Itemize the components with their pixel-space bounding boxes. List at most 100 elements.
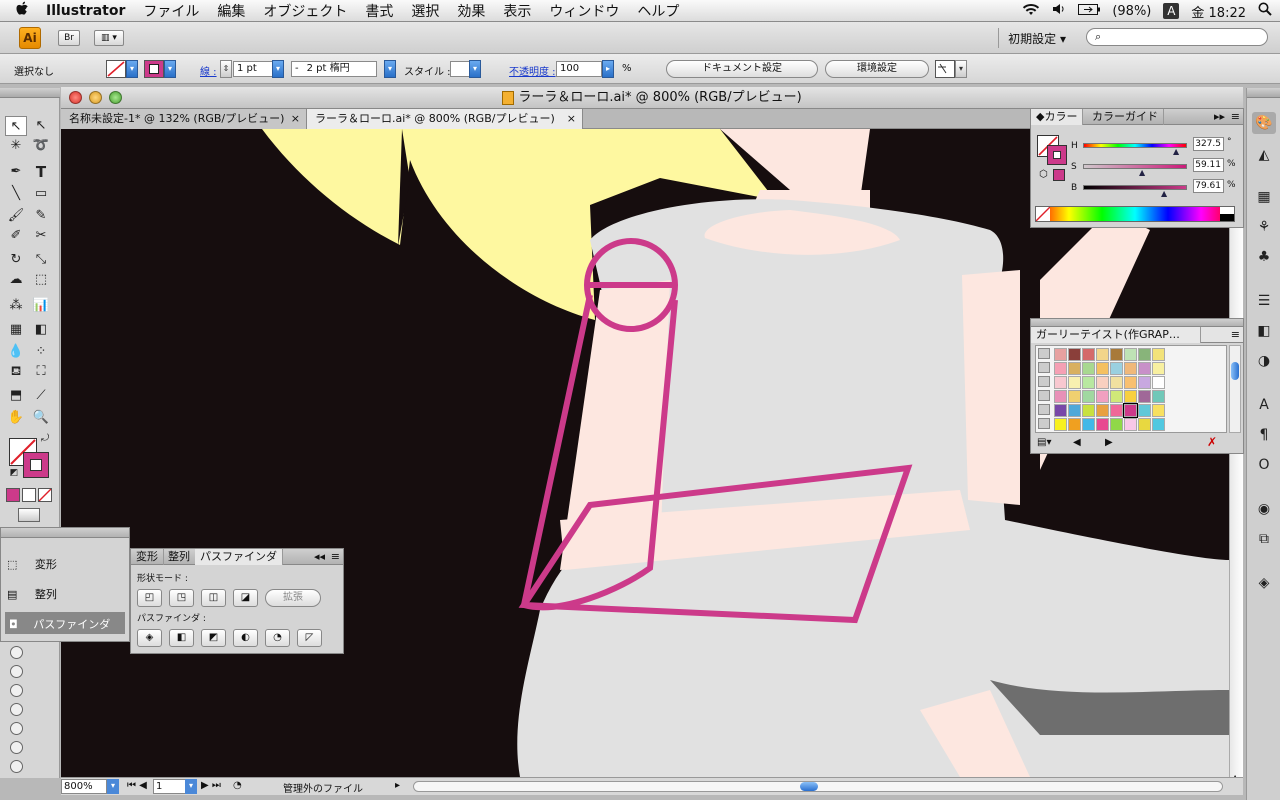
stroke-weight-stepper[interactable]: ⇕ xyxy=(220,60,232,78)
scissors-tool-icon[interactable]: ✂ xyxy=(30,226,52,246)
swap-fill-stroke-icon[interactable]: ⤾ xyxy=(38,432,52,446)
swatch-chip[interactable] xyxy=(1110,376,1123,389)
unite-icon[interactable]: ◰ xyxy=(137,589,162,607)
swatch-chip[interactable] xyxy=(1054,404,1067,417)
transform-panel-button[interactable]: ⬚ 変形 xyxy=(7,556,57,572)
swatch-chip[interactable] xyxy=(1082,390,1095,403)
swatch-chip[interactable] xyxy=(1068,362,1081,375)
battery-icon[interactable] xyxy=(1078,3,1101,19)
first-artboard-button[interactable]: ⏮ ◀ xyxy=(127,780,147,791)
swatch-chip[interactable] xyxy=(1152,390,1165,403)
symbols-icon[interactable]: ♣ xyxy=(1252,246,1276,268)
tool-slot[interactable] xyxy=(10,703,23,716)
document-titlebar[interactable]: ラーラ＆ローロ.ai* @ 800% (RGB/プレビュー) xyxy=(61,87,1243,109)
brightness-value-field[interactable]: 79.61 xyxy=(1193,179,1224,193)
menu-type[interactable]: 書式 xyxy=(365,1,393,21)
blend-tool-icon[interactable]: ⁘ xyxy=(30,342,52,362)
tool-slot[interactable] xyxy=(10,684,23,697)
line-segment-tool-icon[interactable]: ╲ xyxy=(5,184,27,204)
control-panel-menu[interactable]: ▾ xyxy=(955,60,967,78)
swatch-chip[interactable] xyxy=(1096,362,1109,375)
file-status-text[interactable]: 管理外のファイル xyxy=(283,780,363,795)
warp-tool-icon[interactable]: ☁ xyxy=(5,270,27,290)
gradient-tool-icon[interactable]: ◧ xyxy=(30,320,52,340)
input-source-icon[interactable]: A xyxy=(1163,3,1180,19)
opacity-field[interactable]: 100 xyxy=(556,61,602,77)
swatch-group-folder-icon[interactable] xyxy=(1038,376,1050,387)
swatch-chip[interactable] xyxy=(1124,376,1137,389)
menu-view[interactable]: 表示 xyxy=(503,1,531,21)
transparency-icon[interactable]: ◑ xyxy=(1252,350,1276,372)
color-mode-button[interactable] xyxy=(6,488,20,502)
help-search-input[interactable]: ⌕ xyxy=(1086,28,1268,46)
column-graph-tool-icon[interactable]: 📊 xyxy=(30,296,52,316)
swatch-chip[interactable] xyxy=(1124,362,1137,375)
tool-slot[interactable] xyxy=(10,722,23,735)
swatch-group-folder-icon[interactable] xyxy=(1038,404,1050,415)
hue-value-field[interactable]: 327.5 xyxy=(1193,137,1224,151)
crop-icon[interactable]: ◐ xyxy=(233,629,258,647)
panel-menu-icon[interactable]: ≡ xyxy=(1231,327,1240,342)
status-menu-arrow-icon[interactable]: ▸ xyxy=(395,780,400,791)
swatches-scrollbar[interactable] xyxy=(1229,345,1241,433)
swatch-chip[interactable] xyxy=(1068,390,1081,403)
swatch-chip[interactable] xyxy=(1124,390,1137,403)
close-tab-icon[interactable]: × xyxy=(291,109,300,128)
pen-tool-icon[interactable]: ✒ xyxy=(5,162,27,182)
swatch-chip[interactable] xyxy=(1110,362,1123,375)
graphic-style-dropdown[interactable]: ▾ xyxy=(469,60,481,78)
blob-brush-tool-icon[interactable]: ✐ xyxy=(5,226,27,246)
merge-icon[interactable]: ◩ xyxy=(201,629,226,647)
swatch-chip[interactable] xyxy=(1124,348,1137,361)
brush-dropdown[interactable]: ▾ xyxy=(384,60,396,78)
swatch-chip[interactable] xyxy=(1110,348,1123,361)
lasso-tool-icon[interactable]: ➰ xyxy=(30,136,52,156)
divide-icon[interactable]: ◈ xyxy=(137,629,162,647)
swatch-libraries-menu-icon[interactable]: ▤▾ xyxy=(1037,437,1051,448)
stroke-panel-link[interactable]: 線 : xyxy=(200,63,217,78)
tool-slot[interactable] xyxy=(10,741,23,754)
minimize-window-button[interactable] xyxy=(89,91,102,104)
intersect-icon[interactable]: ◫ xyxy=(201,589,226,607)
direct-selection-tool-icon[interactable]: ↖ xyxy=(30,116,52,136)
artboard-number-field[interactable]: 1 xyxy=(153,779,187,794)
artboard-tool-icon[interactable]: ⬒ xyxy=(5,386,27,406)
color-panel-icon[interactable]: 🎨 xyxy=(1252,112,1276,134)
artboard-dropdown[interactable]: ▾ xyxy=(185,779,197,794)
next-artboard-button[interactable]: ▶ ⏭ xyxy=(201,780,221,791)
delete-swatch-icon[interactable]: ✗ xyxy=(1207,435,1217,449)
minus-back-icon[interactable]: ◸ xyxy=(297,629,322,647)
default-fill-stroke-icon[interactable]: ◩ xyxy=(7,466,21,480)
swatch-chip[interactable] xyxy=(1096,348,1109,361)
swatches-scroll-thumb[interactable] xyxy=(1231,362,1239,380)
tab-align[interactable]: 整列 xyxy=(163,549,196,565)
web-safe-color-swatch[interactable] xyxy=(1053,169,1065,181)
panel-group-header[interactable] xyxy=(1,528,129,538)
live-paint-selection-tool-icon[interactable]: ⛶ xyxy=(30,362,52,382)
brightness-slider[interactable] xyxy=(1083,185,1187,190)
swatches-icon[interactable]: ▦ xyxy=(1252,186,1276,208)
opacity-panel-link[interactable]: 不透明度 : xyxy=(509,63,556,78)
preferences-button[interactable]: 環境設定 xyxy=(825,60,929,78)
expand-button[interactable]: 拡張 xyxy=(265,589,321,607)
document-setup-button[interactable]: ドキュメント設定 xyxy=(666,60,818,78)
out-of-gamut-icon[interactable]: ⬡ xyxy=(1039,169,1048,180)
swatch-chip[interactable] xyxy=(1054,348,1067,361)
color-spectrum-bar[interactable] xyxy=(1035,206,1235,222)
swatch-chip[interactable] xyxy=(1096,404,1109,417)
minus-front-icon[interactable]: ◳ xyxy=(169,589,194,607)
menu-help[interactable]: ヘルプ xyxy=(637,1,679,21)
swatch-chip[interactable] xyxy=(1082,418,1095,431)
align-panel-button[interactable]: ▤ 整列 xyxy=(7,586,57,602)
panel-menu-icon[interactable]: ≡ xyxy=(331,549,340,564)
rectangle-tool-icon[interactable]: ▭ xyxy=(30,184,52,204)
swatch-group-folder-icon[interactable] xyxy=(1038,418,1050,429)
outline-icon[interactable]: ◔ xyxy=(265,629,290,647)
tab-pathfinder[interactable]: パスファインダ xyxy=(195,549,283,565)
fill-dropdown-button[interactable]: ▾ xyxy=(126,60,138,78)
symbol-sprayer-tool-icon[interactable]: ⁂ xyxy=(5,296,27,316)
wifi-icon[interactable] xyxy=(1022,3,1040,20)
swatch-group-folder-icon[interactable] xyxy=(1038,390,1050,401)
swatch-group-folder-icon[interactable] xyxy=(1038,362,1050,373)
zoom-level-field[interactable]: 800% xyxy=(61,779,107,794)
